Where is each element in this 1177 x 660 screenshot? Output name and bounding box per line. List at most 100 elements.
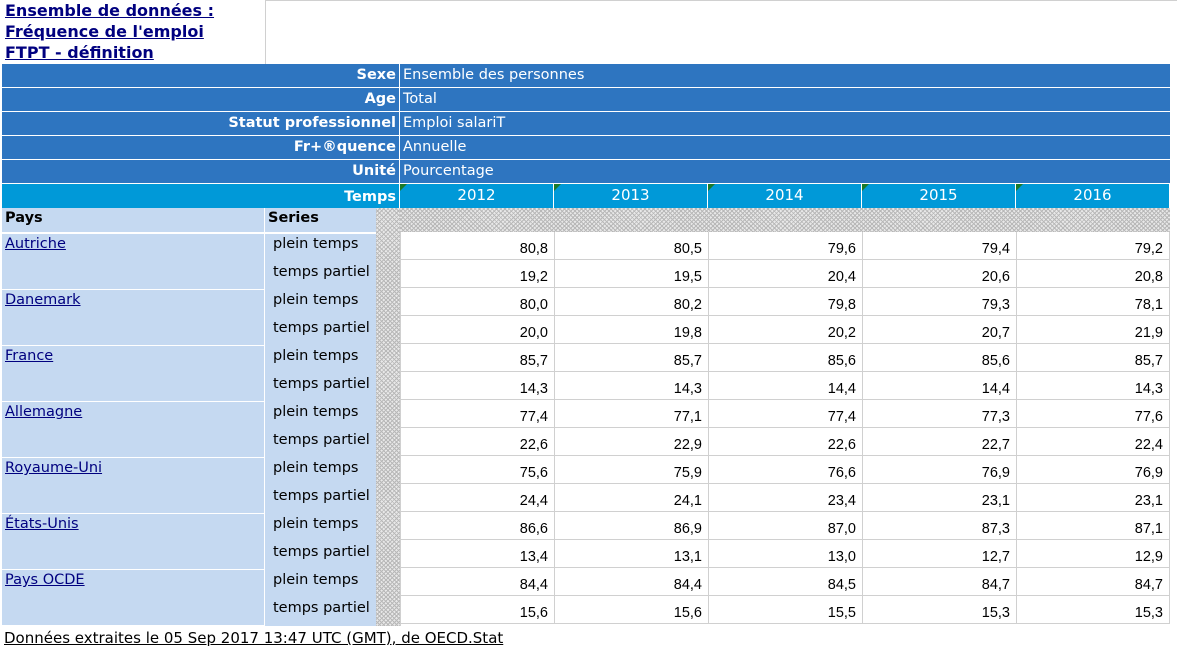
value-cell[interactable]: 13,1 [555,540,709,568]
footer-source-link[interactable]: Données extraites le 05 Sep 2017 13:47 U… [4,628,503,648]
value-cell[interactable]: 79,3 [863,288,1017,316]
value-cell[interactable]: 15,6 [401,596,555,624]
country-link[interactable]: Royaume-Uni [2,458,264,514]
series-label: temps partiel [265,430,376,458]
value-cell[interactable]: 22,4 [1017,428,1170,456]
value-cell[interactable]: 15,3 [1017,596,1170,624]
value-cell[interactable]: 78,1 [1017,288,1170,316]
value-cell[interactable]: 19,8 [555,316,709,344]
country-name[interactable]: France [5,348,53,364]
value-cell[interactable]: 84,7 [1017,568,1170,596]
value-cell[interactable]: 21,9 [1017,316,1170,344]
value-cell[interactable]: 24,1 [555,484,709,512]
value-cell[interactable]: 86,9 [555,512,709,540]
value-cell[interactable]: 75,9 [555,456,709,484]
value-cell[interactable]: 85,7 [401,344,555,372]
country-name[interactable]: Allemagne [5,404,82,420]
value-cell[interactable]: 85,7 [1017,344,1170,372]
value-cell[interactable]: 12,7 [863,540,1017,568]
value-cell[interactable]: 79,4 [863,232,1017,260]
value-cell[interactable]: 13,4 [401,540,555,568]
country-link[interactable]: Autriche [2,234,264,290]
value-cell[interactable]: 20,2 [709,316,863,344]
value-cell[interactable]: 22,6 [401,428,555,456]
value-cell[interactable]: 23,1 [863,484,1017,512]
year-2013-header[interactable]: 2013 [554,184,708,208]
value-cell[interactable]: 84,4 [555,568,709,596]
dataset-title-line-3[interactable]: FTPT - définition [5,42,265,63]
value-cell[interactable]: 80,0 [401,288,555,316]
year-2015-header[interactable]: 2015 [862,184,1016,208]
value-cell[interactable]: 77,4 [401,400,555,428]
country-name[interactable]: Pays OCDE [5,572,85,588]
value-cell[interactable]: 87,3 [863,512,1017,540]
value-cell[interactable]: 20,8 [1017,260,1170,288]
year-label: 2014 [765,186,804,204]
value-cell[interactable]: 77,3 [863,400,1017,428]
value-cell[interactable]: 79,6 [709,232,863,260]
value-cell[interactable]: 76,6 [709,456,863,484]
value-cell[interactable]: 76,9 [863,456,1017,484]
value-cell[interactable]: 85,6 [709,344,863,372]
dataset-title-line-1[interactable]: Ensemble de données : [5,0,265,21]
value-cell[interactable]: 24,4 [401,484,555,512]
value-cell[interactable]: 85,7 [555,344,709,372]
value-cell[interactable]: 23,4 [709,484,863,512]
value-cell[interactable]: 23,1 [1017,484,1170,512]
value-cell[interactable]: 14,3 [401,372,555,400]
value-cell[interactable]: 80,5 [555,232,709,260]
value-cell[interactable]: 84,7 [863,568,1017,596]
value-cell[interactable]: 20,6 [863,260,1017,288]
hatched-spacer-row [400,208,1170,232]
value-cell[interactable]: 14,4 [863,372,1017,400]
country-name[interactable]: Autriche [5,236,66,252]
value-cell[interactable]: 19,2 [401,260,555,288]
value-cell[interactable]: 14,4 [709,372,863,400]
value-cell[interactable]: 79,8 [709,288,863,316]
value-cell[interactable]: 84,4 [401,568,555,596]
series-label: plein temps [265,346,376,374]
country-name[interactable]: Royaume-Uni [5,460,102,476]
value-cell[interactable]: 79,2 [1017,232,1170,260]
value-cell[interactable]: 77,1 [555,400,709,428]
country-name[interactable]: Danemark [5,292,81,308]
value-cell[interactable]: 80,2 [555,288,709,316]
value-cell[interactable]: 84,5 [709,568,863,596]
country-link[interactable]: Allemagne [2,402,264,458]
value-cell[interactable]: 22,6 [709,428,863,456]
value-cell[interactable]: 22,9 [555,428,709,456]
series-label: temps partiel [265,486,376,514]
value-cell[interactable]: 20,7 [863,316,1017,344]
value-cell[interactable]: 14,3 [555,372,709,400]
country-name[interactable]: États-Unis [5,516,79,532]
value-cell[interactable]: 13,0 [709,540,863,568]
value-cell[interactable]: 15,5 [709,596,863,624]
dimension-label: Age [2,88,400,111]
value-cell[interactable]: 15,6 [555,596,709,624]
value-cell[interactable]: 22,7 [863,428,1017,456]
value-cell[interactable]: 77,4 [709,400,863,428]
value-cell[interactable]: 15,3 [863,596,1017,624]
value-cell[interactable]: 87,1 [1017,512,1170,540]
value-cell[interactable]: 76,9 [1017,456,1170,484]
value-cell[interactable]: 20,0 [401,316,555,344]
value-cell[interactable]: 80,8 [401,232,555,260]
year-2014-header[interactable]: 2014 [708,184,862,208]
country-link[interactable]: Pays OCDE [2,570,264,626]
year-2016-header[interactable]: 2016 [1016,184,1170,208]
country-link[interactable]: France [2,346,264,402]
value-cell[interactable]: 86,6 [401,512,555,540]
value-cell[interactable]: 14,3 [1017,372,1170,400]
value-cell[interactable]: 85,6 [863,344,1017,372]
dataset-title[interactable]: Ensemble de données : Fréquence de l'emp… [0,0,266,64]
country-link[interactable]: États-Unis [2,514,264,570]
year-2012-header[interactable]: 2012 [400,184,554,208]
value-cell[interactable]: 77,6 [1017,400,1170,428]
value-cell[interactable]: 19,5 [555,260,709,288]
country-link[interactable]: Danemark [2,290,264,346]
value-cell[interactable]: 20,4 [709,260,863,288]
value-cell[interactable]: 75,6 [401,456,555,484]
value-cell[interactable]: 87,0 [709,512,863,540]
value-cell[interactable]: 12,9 [1017,540,1170,568]
dataset-title-line-2[interactable]: Fréquence de l'emploi [5,21,265,42]
